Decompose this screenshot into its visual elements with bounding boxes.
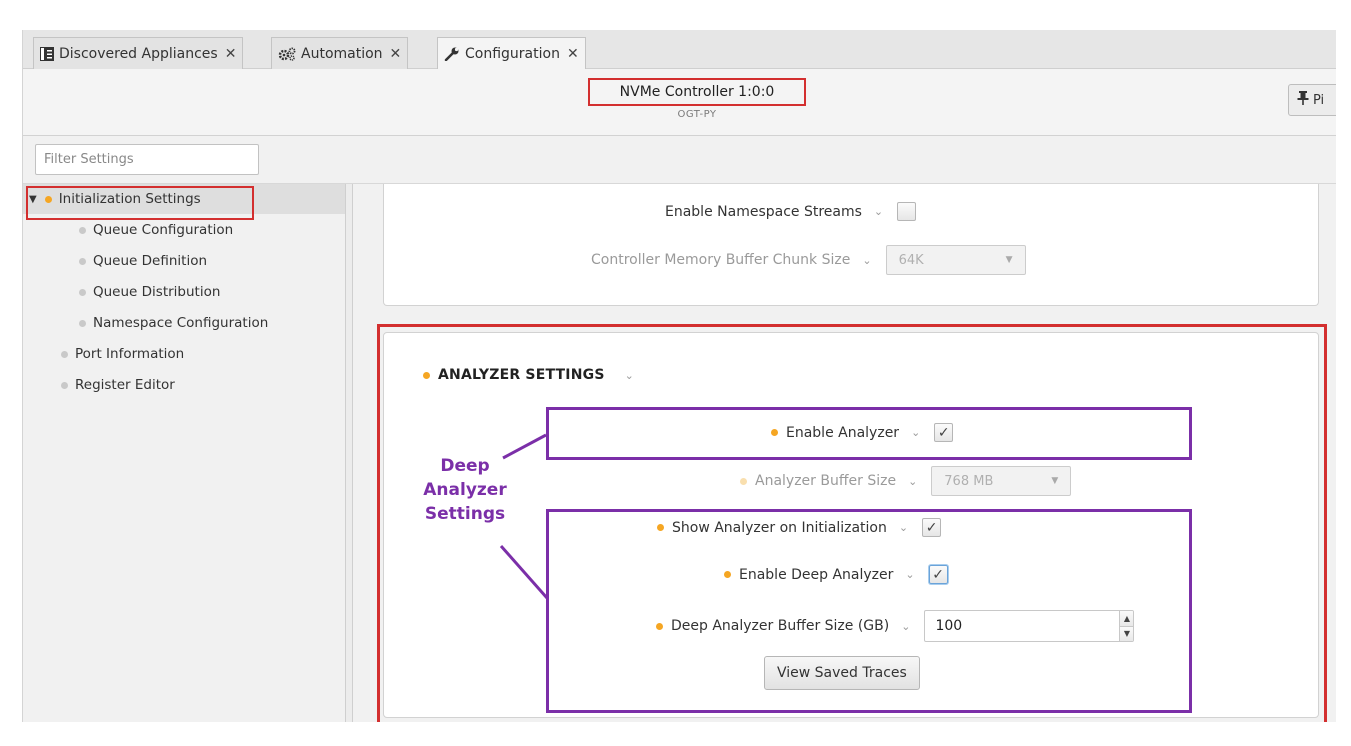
tab-label: Automation	[301, 45, 383, 62]
tree-item-label: Queue Distribution	[93, 284, 221, 300]
deep-buffer-size-input[interactable]	[925, 611, 1120, 641]
setting-cmb-chunk-size: Controller Memory Buffer Chunk Size ⌄ 64…	[591, 245, 1026, 275]
wrench-icon	[444, 47, 460, 61]
status-dot	[740, 477, 747, 485]
split-pane-divider[interactable]	[345, 184, 353, 722]
setting-label: Enable Deep Analyzer	[739, 566, 894, 583]
section-title-text: ANALYZER SETTINGS	[438, 367, 605, 383]
setting-enable-deep-analyzer: Enable Deep Analyzer ⌄ ✓	[724, 565, 948, 584]
tree-item-label: Queue Definition	[93, 253, 208, 269]
view-saved-traces-button[interactable]: View Saved Traces	[764, 656, 920, 690]
setting-enable-namespace-streams: Enable Namespace Streams ⌄	[665, 202, 917, 221]
dropdown-arrow-icon: ▼	[1005, 255, 1013, 265]
caret-down-icon[interactable]: ▼	[29, 194, 37, 205]
status-dot	[79, 288, 86, 296]
setting-label: Show Analyzer on Initialization	[672, 519, 887, 536]
chevron-down-icon[interactable]: ⌄	[911, 426, 920, 439]
analyzer-settings-heading: ANALYZER SETTINGS ⌄	[423, 367, 634, 383]
chevron-down-icon[interactable]: ⌄	[899, 521, 908, 534]
tab-label: Configuration	[465, 46, 560, 62]
pin-label: Pi	[1313, 92, 1325, 108]
tab-bar: Discovered Appliances ✕ Automation ✕ Con…	[23, 30, 1336, 70]
status-dot	[79, 319, 86, 327]
app-window: Discovered Appliances ✕ Automation ✕ Con…	[22, 30, 1336, 722]
status-dot	[724, 571, 731, 578]
annotation-line: Analyzer	[423, 480, 507, 500]
status-dot	[771, 429, 778, 436]
chevron-down-icon[interactable]: ⌄	[625, 369, 634, 382]
setting-label: Enable Analyzer	[786, 424, 900, 441]
tree-item-queue-distribution[interactable]: Queue Distribution	[23, 277, 345, 307]
annotation-line: Settings	[424, 504, 506, 524]
tree-item-label: Port Information	[75, 346, 185, 362]
setting-label: Deep Analyzer Buffer Size (GB)	[671, 618, 890, 634]
tree-item-queue-configuration[interactable]: Queue Configuration	[23, 215, 345, 245]
tree-item-initialization-settings[interactable]: ▼ Initialization Settings	[23, 184, 345, 214]
spinner-buttons: ▲ ▼	[1119, 611, 1134, 641]
namespace-streams-checkbox[interactable]	[897, 202, 917, 221]
tree-item-register-editor[interactable]: Register Editor	[23, 370, 345, 400]
dropdown-arrow-icon: ▼	[1051, 476, 1059, 486]
chevron-down-icon[interactable]: ⌄	[862, 254, 871, 267]
setting-deep-analyzer-buffer-size: Deep Analyzer Buffer Size (GB) ⌄ ▲ ▼	[656, 610, 1135, 642]
gears-icon	[278, 47, 296, 61]
chevron-down-icon[interactable]: ⌄	[874, 205, 883, 218]
page-subtitle: OGT-PY	[677, 109, 717, 120]
status-dot	[657, 524, 664, 531]
status-dot	[423, 371, 430, 379]
enable-deep-analyzer-checkbox[interactable]: ✓	[928, 565, 948, 584]
chevron-down-icon[interactable]: ⌄	[901, 620, 910, 633]
tab-configuration[interactable]: Configuration ✕	[437, 37, 586, 70]
annotation-deep-analyzer-settings: Deep Analyzer Settings	[410, 454, 520, 526]
status-dot	[61, 350, 68, 358]
chevron-down-icon[interactable]: ⌄	[905, 568, 914, 581]
settings-tree: ▼ Initialization Settings Queue Configur…	[23, 184, 345, 722]
decrement-icon[interactable]: ▼	[1120, 625, 1134, 641]
tree-item-label: Initialization Settings	[58, 191, 201, 207]
pin-icon	[1297, 91, 1309, 109]
tree-item-queue-definition[interactable]: Queue Definition	[23, 246, 345, 276]
select-value: 64K	[898, 252, 924, 268]
increment-icon[interactable]: ▲	[1120, 611, 1134, 626]
tree-item-port-information[interactable]: Port Information	[23, 339, 345, 369]
page-header: NVMe Controller 1:0:0 OGT-PY Pi	[23, 69, 1336, 136]
annotation-line: Deep	[440, 456, 490, 476]
page-title: NVMe Controller 1:0:0	[588, 78, 806, 106]
deep-buffer-size-spinner[interactable]: ▲ ▼	[924, 610, 1135, 642]
close-icon[interactable]: ✕	[390, 46, 402, 62]
chevron-down-icon[interactable]: ⌄	[908, 475, 917, 488]
tab-automation[interactable]: Automation ✕	[271, 37, 409, 69]
status-dot	[656, 622, 663, 630]
setting-label: Enable Namespace Streams	[665, 203, 862, 220]
tab-discovered-appliances[interactable]: Discovered Appliances ✕	[33, 37, 244, 69]
show-analyzer-on-init-checkbox[interactable]: ✓	[922, 518, 942, 537]
status-dot	[79, 226, 86, 234]
filter-settings-input[interactable]	[35, 144, 259, 175]
setting-enable-analyzer: Enable Analyzer ⌄ ✓	[771, 423, 954, 442]
tree-item-label: Register Editor	[75, 377, 175, 393]
tab-label: Discovered Appliances	[59, 45, 218, 62]
cmb-chunk-size-select[interactable]: 64K ▼	[885, 245, 1026, 275]
tree-item-label: Namespace Configuration	[93, 315, 269, 331]
setting-analyzer-buffer-size: Analyzer Buffer Size ⌄ 768 MB ▼	[740, 466, 1072, 496]
tree-item-label: Queue Configuration	[93, 222, 234, 238]
status-dot	[79, 257, 86, 265]
setting-label: Controller Memory Buffer Chunk Size	[591, 252, 851, 268]
analyzer-buffer-size-select[interactable]: 768 MB ▼	[931, 466, 1072, 496]
pin-button[interactable]: Pi	[1288, 84, 1336, 116]
status-dot	[44, 195, 52, 203]
tree-item-namespace-configuration[interactable]: Namespace Configuration	[23, 308, 345, 338]
setting-label: Analyzer Buffer Size	[755, 473, 897, 489]
setting-show-analyzer-on-init: Show Analyzer on Initialization ⌄ ✓	[657, 518, 942, 537]
appliance-list-icon	[40, 46, 54, 61]
select-value: 768 MB	[944, 473, 994, 489]
status-dot	[61, 381, 68, 389]
close-icon[interactable]: ✕	[567, 46, 579, 62]
close-icon[interactable]: ✕	[225, 46, 237, 62]
enable-analyzer-checkbox[interactable]: ✓	[934, 423, 954, 442]
